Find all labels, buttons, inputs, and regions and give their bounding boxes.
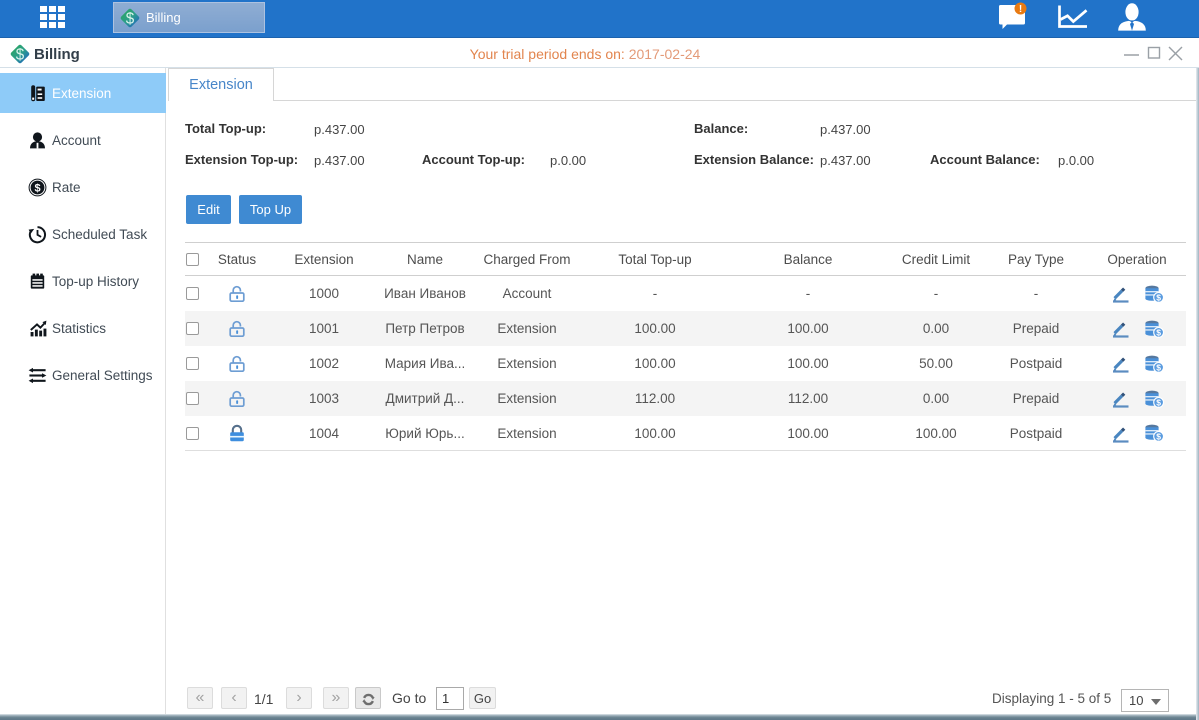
svg-text:!: ! <box>1019 4 1022 15</box>
svg-text:$: $ <box>1156 292 1161 302</box>
svg-text:$: $ <box>126 10 135 27</box>
svg-text:$: $ <box>1156 327 1161 337</box>
svg-text:$: $ <box>34 182 40 194</box>
svg-text:$: $ <box>1156 397 1161 407</box>
svg-text:$: $ <box>1156 362 1161 372</box>
svg-text:$: $ <box>1156 431 1161 441</box>
